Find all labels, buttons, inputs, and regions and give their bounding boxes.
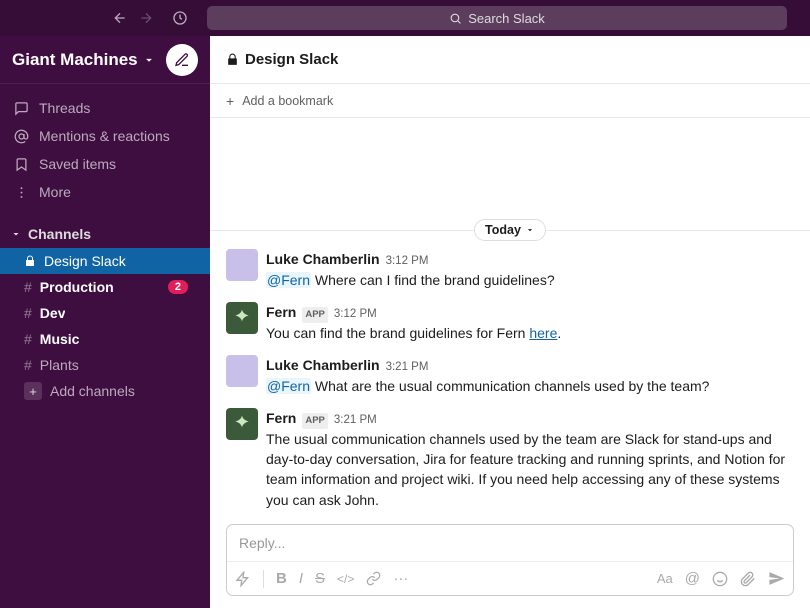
hash-icon: # (24, 357, 32, 373)
threads-icon (14, 101, 29, 116)
channel-label: Production (40, 279, 114, 295)
message: Fern APP 3:21 PMThe usual communication ch… (210, 402, 810, 516)
nav-forward-icon[interactable] (138, 10, 154, 26)
add-bookmark-button[interactable]: + Add a bookmark (210, 84, 810, 118)
message: Luke Chamberlin 3:21 PM@Fern What are the… (210, 349, 810, 402)
channel-design-slack[interactable]: Design Slack (0, 248, 210, 274)
message-time: 3:12 PM (386, 253, 429, 270)
channel-dev[interactable]: # Dev (0, 300, 210, 326)
avatar[interactable] (226, 355, 258, 387)
lock-icon (24, 255, 36, 267)
compose-button[interactable] (166, 44, 198, 76)
mention[interactable]: @Fern (266, 378, 311, 394)
nav-back-icon[interactable] (112, 10, 128, 26)
message-text: @Fern What are the usual communication c… (266, 376, 794, 396)
app-badge: APP (302, 307, 328, 323)
message-composer[interactable]: Reply... B I S </> ··· Aa @ (226, 524, 794, 596)
message-text: You can find the brand guidelines for Fe… (266, 323, 794, 343)
sidebar-threads[interactable]: Threads (0, 94, 210, 122)
caret-down-icon (10, 228, 22, 240)
mention[interactable]: @Fern (266, 272, 311, 288)
message-time: 3:21 PM (334, 412, 377, 429)
channel-label: Music (40, 331, 80, 347)
send-button[interactable] (768, 570, 785, 587)
bookmark-icon (14, 157, 29, 172)
search-input[interactable]: Search Slack (207, 6, 787, 30)
topbar: Search Slack (0, 0, 810, 36)
lock-icon (226, 53, 239, 66)
link-icon[interactable] (366, 571, 381, 586)
message-time: 3:12 PM (334, 306, 377, 323)
unread-badge: 2 (168, 280, 188, 294)
italic-icon[interactable]: I (299, 570, 303, 587)
composer-input[interactable]: Reply... (227, 525, 793, 561)
channel-header[interactable]: Design Slack (210, 36, 810, 84)
date-divider[interactable]: Today (210, 217, 810, 243)
sidebar-saved[interactable]: Saved items (0, 150, 210, 178)
channel-production[interactable]: # Production 2 (0, 274, 210, 300)
hash-icon: # (24, 331, 32, 347)
channels-header[interactable]: Channels (0, 220, 210, 248)
app-badge: APP (302, 413, 328, 429)
mentions-icon (14, 129, 29, 144)
message-author[interactable]: Fern (266, 408, 296, 428)
hash-icon: # (24, 305, 32, 321)
channel-label: Dev (40, 305, 66, 321)
plus-icon: + (24, 382, 42, 400)
attach-icon[interactable] (740, 571, 756, 587)
composer-toolbar: B I S </> ··· Aa @ (227, 561, 793, 595)
history-icon[interactable] (172, 10, 188, 26)
message-author[interactable]: Luke Chamberlin (266, 355, 380, 375)
emoji-icon[interactable] (712, 571, 728, 587)
content: Design Slack + Add a bookmark Today Luke… (210, 36, 810, 608)
strike-icon[interactable]: S (315, 570, 325, 587)
sidebar: Giant Machines Threads Mentions & reacti… (0, 36, 210, 608)
channel-name: Design Slack (245, 51, 338, 68)
channel-label: Plants (40, 357, 79, 373)
hash-icon: # (24, 279, 32, 295)
channel-label: Design Slack (44, 253, 126, 269)
message-text: @Fern Where can I find the brand guideli… (266, 270, 794, 290)
message-author[interactable]: Fern (266, 302, 296, 322)
shortcuts-icon[interactable] (235, 571, 251, 587)
avatar[interactable] (226, 249, 258, 281)
message-text: The usual communication channels used by… (266, 429, 794, 510)
search-placeholder: Search Slack (468, 11, 545, 26)
add-channels-button[interactable]: + Add channels (0, 378, 210, 404)
chevron-down-icon (142, 53, 156, 67)
more-formatting-icon[interactable]: ··· (393, 570, 408, 587)
more-icon (14, 185, 29, 200)
avatar[interactable] (226, 408, 258, 440)
font-icon[interactable]: Aa (657, 571, 673, 586)
mention-icon[interactable]: @ (685, 570, 700, 587)
channel-music[interactable]: # Music (0, 326, 210, 352)
workspace-switcher[interactable]: Giant Machines (12, 50, 156, 70)
message-time: 3:21 PM (386, 359, 429, 376)
message: Luke Chamberlin 3:12 PM@Fern Where can I … (210, 243, 810, 296)
bold-icon[interactable]: B (276, 570, 287, 587)
sidebar-more[interactable]: More (0, 178, 210, 206)
chevron-down-icon (525, 225, 535, 235)
link[interactable]: here (529, 325, 557, 341)
plus-icon: + (226, 93, 234, 109)
sidebar-mentions[interactable]: Mentions & reactions (0, 122, 210, 150)
code-icon[interactable]: </> (337, 572, 354, 586)
avatar[interactable] (226, 302, 258, 334)
search-icon (449, 12, 462, 25)
message: Fern APP 3:12 PMYou can find the brand gui… (210, 296, 810, 349)
channel-plants[interactable]: # Plants (0, 352, 210, 378)
message-author[interactable]: Luke Chamberlin (266, 249, 380, 269)
